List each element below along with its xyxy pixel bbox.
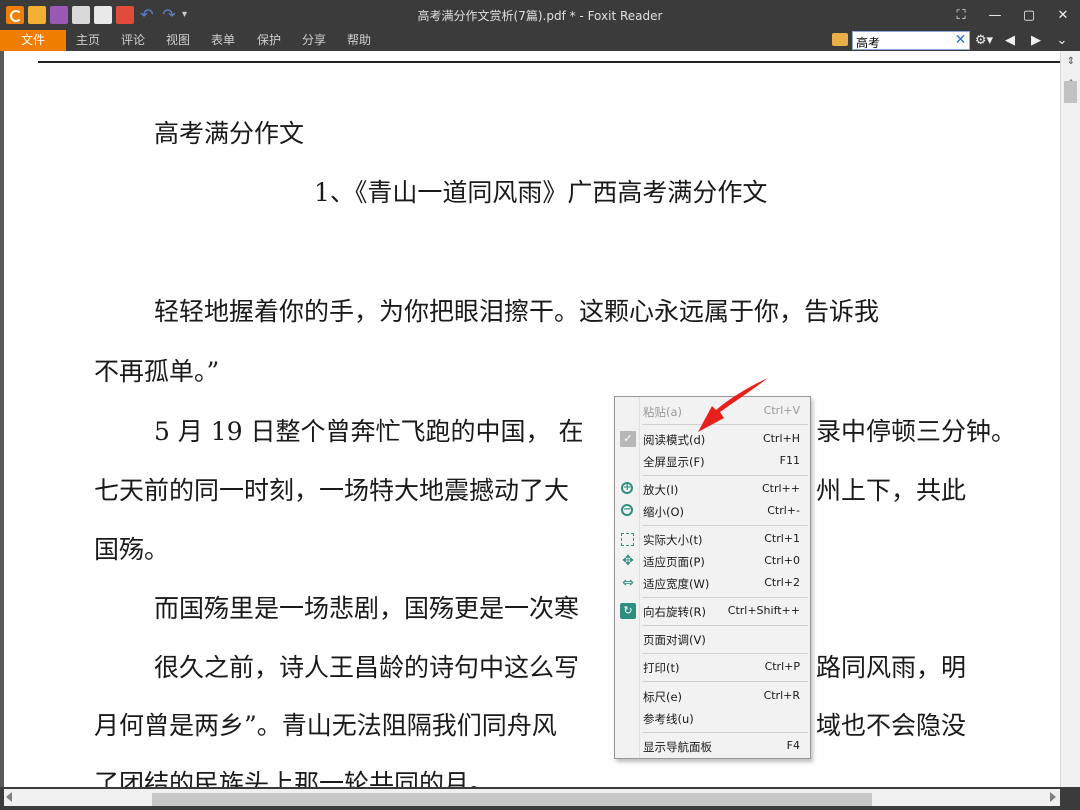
doc-line: 轻轻地握着你的手，为你把眼泪擦干。这颗心永远属于你，告诉我 [154,297,880,326]
menu-item-zoom-out[interactable]: − 缩小(O) Ctrl+- [615,500,810,522]
menu-item-rotate-right[interactable]: ↻ 向右旋转(R) Ctrl+Shift++ [615,600,810,622]
menu-separator [642,597,808,598]
split-view-icon[interactable]: ⇕ [1064,55,1078,69]
maximize-button[interactable]: ▢ [1012,0,1046,30]
menu-item-guides[interactable]: 参考线(u) [615,707,810,729]
menu-item-fullscreen[interactable]: 全屏显示(F) F11 [615,450,810,472]
folder-icon[interactable] [832,33,848,46]
zoom-in-icon: + [621,482,633,494]
menu-separator [642,681,808,682]
search-tools: ⚙▾ ◀ ▶ ⌄ [974,31,1072,50]
doc-line: 而国殇里是一场悲剧，国殇更是一次寒 [154,594,580,623]
tab-view[interactable]: 视图 [166,30,190,51]
menu-separator [642,625,808,626]
menu-item-actual-size[interactable]: 实际大小(t) Ctrl+1 [615,528,810,550]
minimize-button[interactable]: — [978,0,1012,30]
fullscreen-icon[interactable]: ⛶ [944,0,978,30]
menu-separator [642,525,808,526]
tab-form[interactable]: 表单 [211,30,235,51]
doc-line: 路同风雨，明 [816,653,967,682]
tab-protect[interactable]: 保护 [257,30,281,51]
menu-separator [642,475,808,476]
vertical-scrollbar[interactable]: ⇕ [1060,51,1080,787]
doc-line: 域也不会隐没 [816,711,967,740]
window-controls: ⛶ — ▢ ✕ [944,0,1080,30]
menu-item-zoom-in[interactable]: + 放大(I) Ctrl++ [615,478,810,500]
menu-separator [642,653,808,654]
doc-line: 七天前的同一时刻，一场特大地震撼动了大 [94,476,570,505]
doc-line: 州上下，共此 [816,476,967,505]
fit-page-icon: ✥ [622,553,634,569]
menu-item-swap-pages[interactable]: 页面对调(V) [615,628,810,650]
next-result-icon[interactable]: ▶ [1026,31,1046,50]
page-top-border [38,61,1060,63]
search-input[interactable] [853,34,949,51]
menu-item-fit-page[interactable]: ✥ 适应页面(P) Ctrl+0 [615,550,810,572]
menu-item-print[interactable]: 打印(t) Ctrl+P [615,656,810,678]
menu-item-ruler[interactable]: 标尺(e) Ctrl+R [615,685,810,707]
search-field[interactable]: ✕ [852,31,970,51]
doc-line: 国殇。 [94,535,170,564]
doc-subheading: 1、《青山一道同风雨》广西高考满分作文 [314,178,768,207]
status-area [0,787,1080,810]
doc-line: 录中停顿三分钟。 [816,417,1017,446]
doc-line: 了团结的民族头上那一轮共同的月。 [94,769,495,787]
window-title: 高考满分作文赏析(7篇).pdf * - Foxit Reader [417,9,663,23]
tab-home[interactable]: 主页 [76,30,100,51]
checkmark-icon: ✓ [620,431,636,447]
doc-line: 不再孤单。” [94,357,220,386]
rotate-right-icon: ↻ [620,603,636,619]
menu-separator [642,732,808,733]
vertical-scroll-thumb[interactable] [1064,81,1077,103]
context-menu: 粘贴(a) Ctrl+V ✓ 阅读模式(d) Ctrl+H 全屏显示(F) F1… [614,396,811,759]
settings-icon[interactable]: ⚙▾ [974,31,994,50]
document-view[interactable]: 高考满分作文 1、《青山一道同风雨》广西高考满分作文 轻轻地握着你的手，为你把眼… [4,51,1060,787]
horizontal-scrollbar[interactable] [4,789,1060,806]
doc-line: 月何曾是两乡”。青山无法阻隔我们同舟风 [94,711,557,740]
scroll-right-icon[interactable] [1050,792,1056,802]
previous-result-icon[interactable]: ◀ [1000,31,1020,50]
zoom-out-icon: − [621,504,633,516]
ribbon-collapse-icon[interactable]: ⌄ [1052,31,1072,50]
title-bar: ↶ ↷ ▾ 高考满分作文赏析(7篇).pdf * - Foxit Reader … [0,0,1080,30]
tab-comment[interactable]: 评论 [121,30,145,51]
doc-line: 5 月 19 日整个曾奔忙飞跑的中国， 在 [154,417,584,446]
scroll-left-icon[interactable] [6,792,12,802]
tab-file[interactable]: 文件 [0,30,66,51]
menu-item-nav-panel[interactable]: 显示导航面板 F4 [615,735,810,757]
tab-share[interactable]: 分享 [302,30,326,51]
actual-size-icon [621,533,634,546]
close-button[interactable]: ✕ [1046,0,1080,30]
horizontal-scroll-thumb[interactable] [152,793,872,806]
fit-width-icon: ⇔ [622,575,634,591]
menu-item-fit-width[interactable]: ⇔ 适应宽度(W) Ctrl+2 [615,572,810,594]
doc-line: 很久之前，诗人王昌龄的诗句中这么写 [154,653,580,682]
clear-search-icon[interactable]: ✕ [953,33,968,48]
red-arrow-annotation [698,378,768,432]
doc-heading: 高考满分作文 [154,119,305,148]
tab-help[interactable]: 帮助 [347,30,371,51]
